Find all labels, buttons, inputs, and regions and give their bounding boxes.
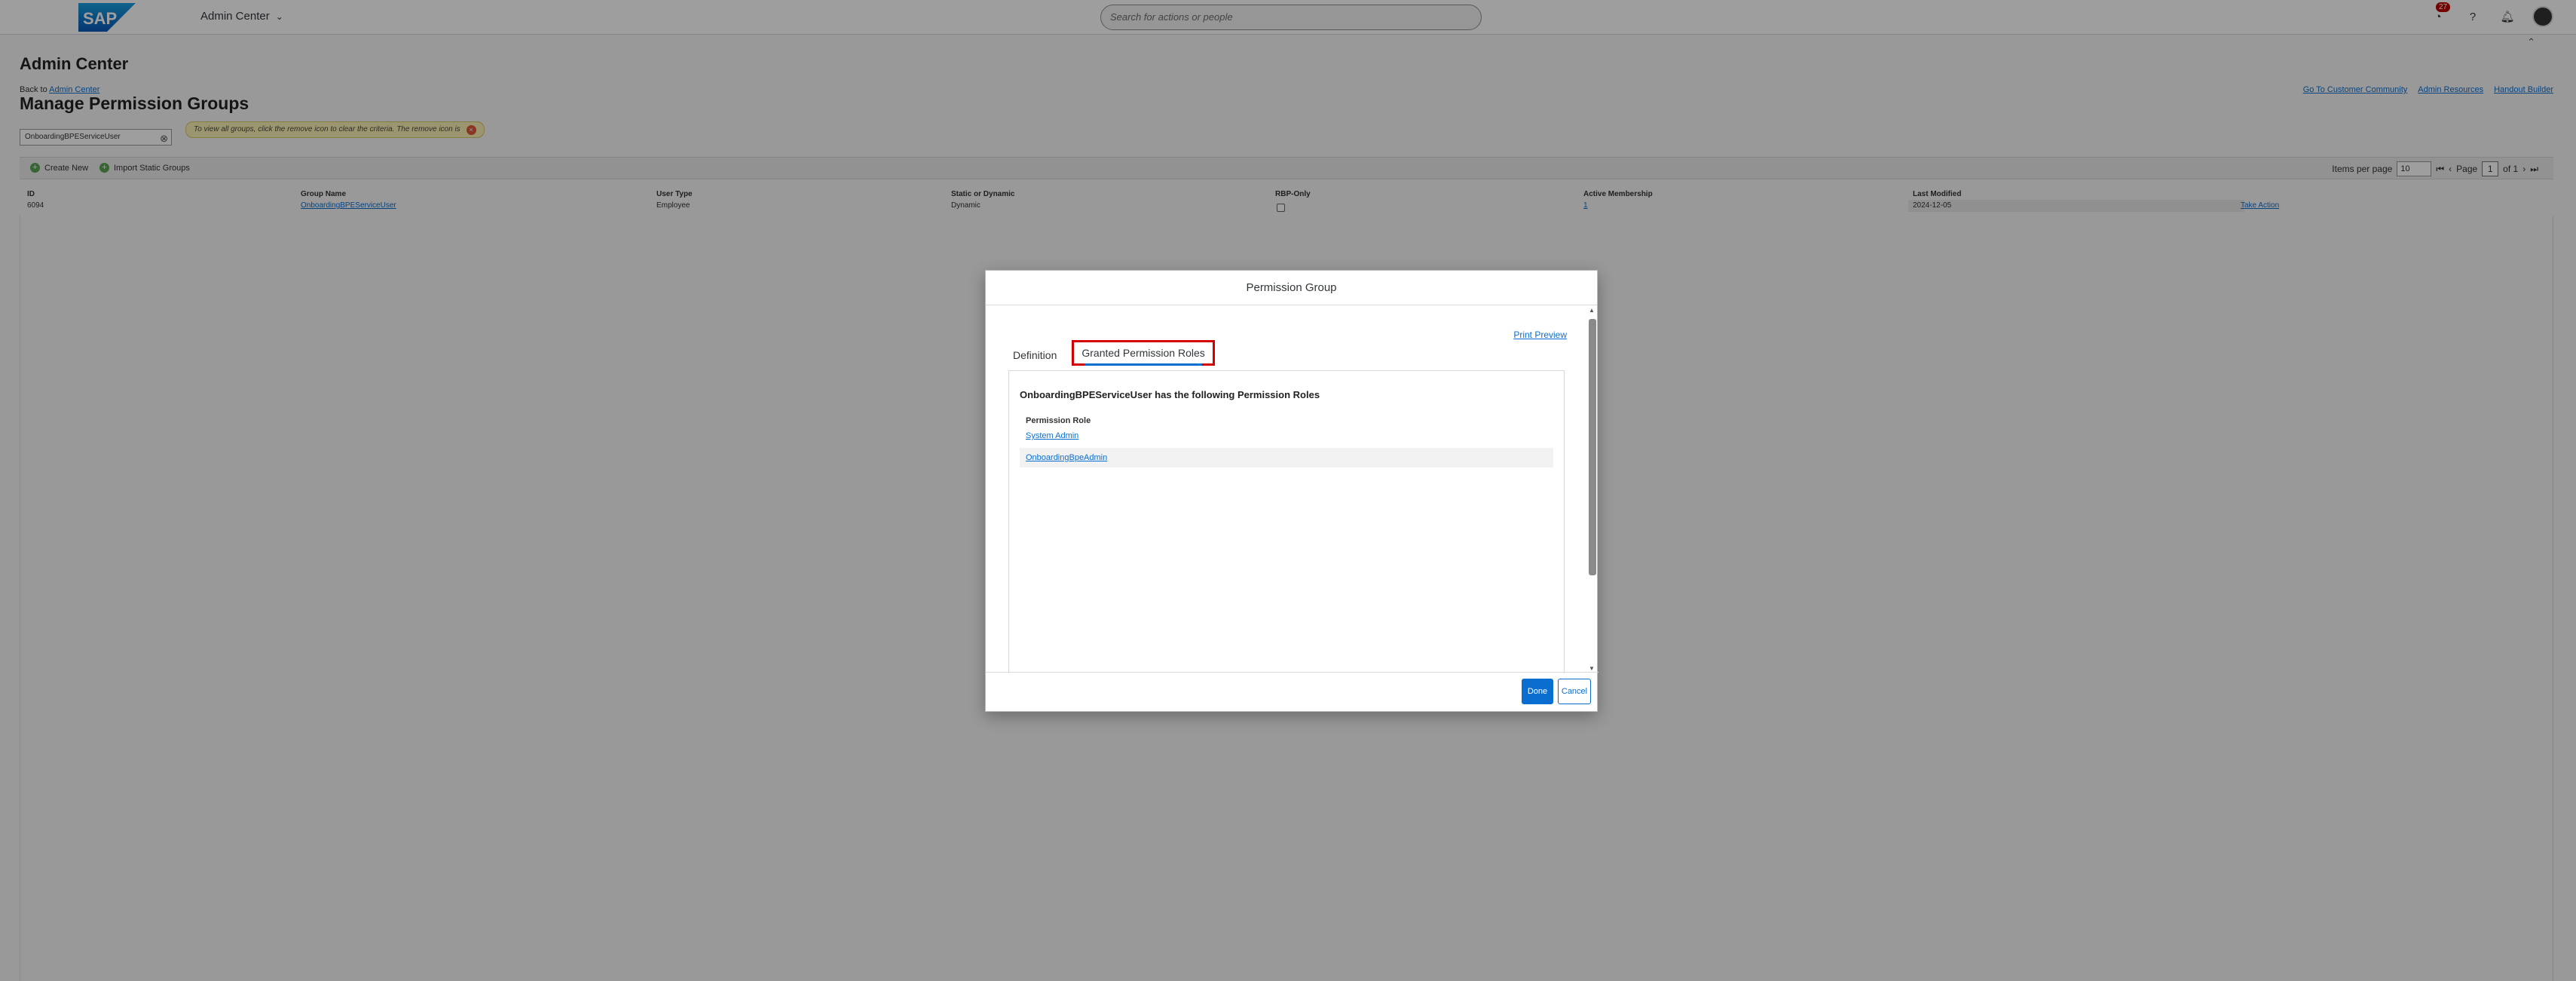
- dialog-title: Permission Group: [986, 271, 1597, 305]
- tab-definition[interactable]: Definition: [1008, 345, 1061, 366]
- dialog-tabs: Definition Granted Permission Roles: [1008, 340, 1215, 366]
- scrollbar-thumb[interactable]: [1589, 319, 1596, 575]
- dialog-body: Print Preview Definition Granted Permiss…: [986, 305, 1599, 673]
- list-item: OnboardingBpeAdmin: [1020, 448, 1553, 468]
- cancel-button[interactable]: Cancel: [1558, 679, 1591, 704]
- list-item: System Admin: [1020, 426, 1553, 446]
- tab-granted-permission-roles[interactable]: Granted Permission Roles: [1072, 340, 1215, 366]
- print-preview-link[interactable]: Print Preview: [1513, 330, 1567, 340]
- role-link-onboarding-bpe-admin[interactable]: OnboardingBpeAdmin: [1026, 453, 1107, 462]
- scroll-up-icon[interactable]: ▲: [1589, 307, 1595, 314]
- role-link-system-admin[interactable]: System Admin: [1026, 431, 1078, 440]
- permission-role-header: Permission Role: [1026, 416, 1091, 425]
- done-button[interactable]: Done: [1522, 679, 1553, 704]
- dialog-scrollbar[interactable]: ▲ ▼: [1586, 305, 1597, 673]
- scroll-down-icon[interactable]: ▼: [1589, 665, 1595, 672]
- roles-panel: OnboardingBPEServiceUser has the followi…: [1008, 370, 1565, 673]
- dialog-footer: Done Cancel: [986, 672, 1599, 711]
- permission-group-dialog: Permission Group Print Preview Definitio…: [985, 270, 1599, 712]
- roles-panel-title: OnboardingBPEServiceUser has the followi…: [1020, 389, 1320, 400]
